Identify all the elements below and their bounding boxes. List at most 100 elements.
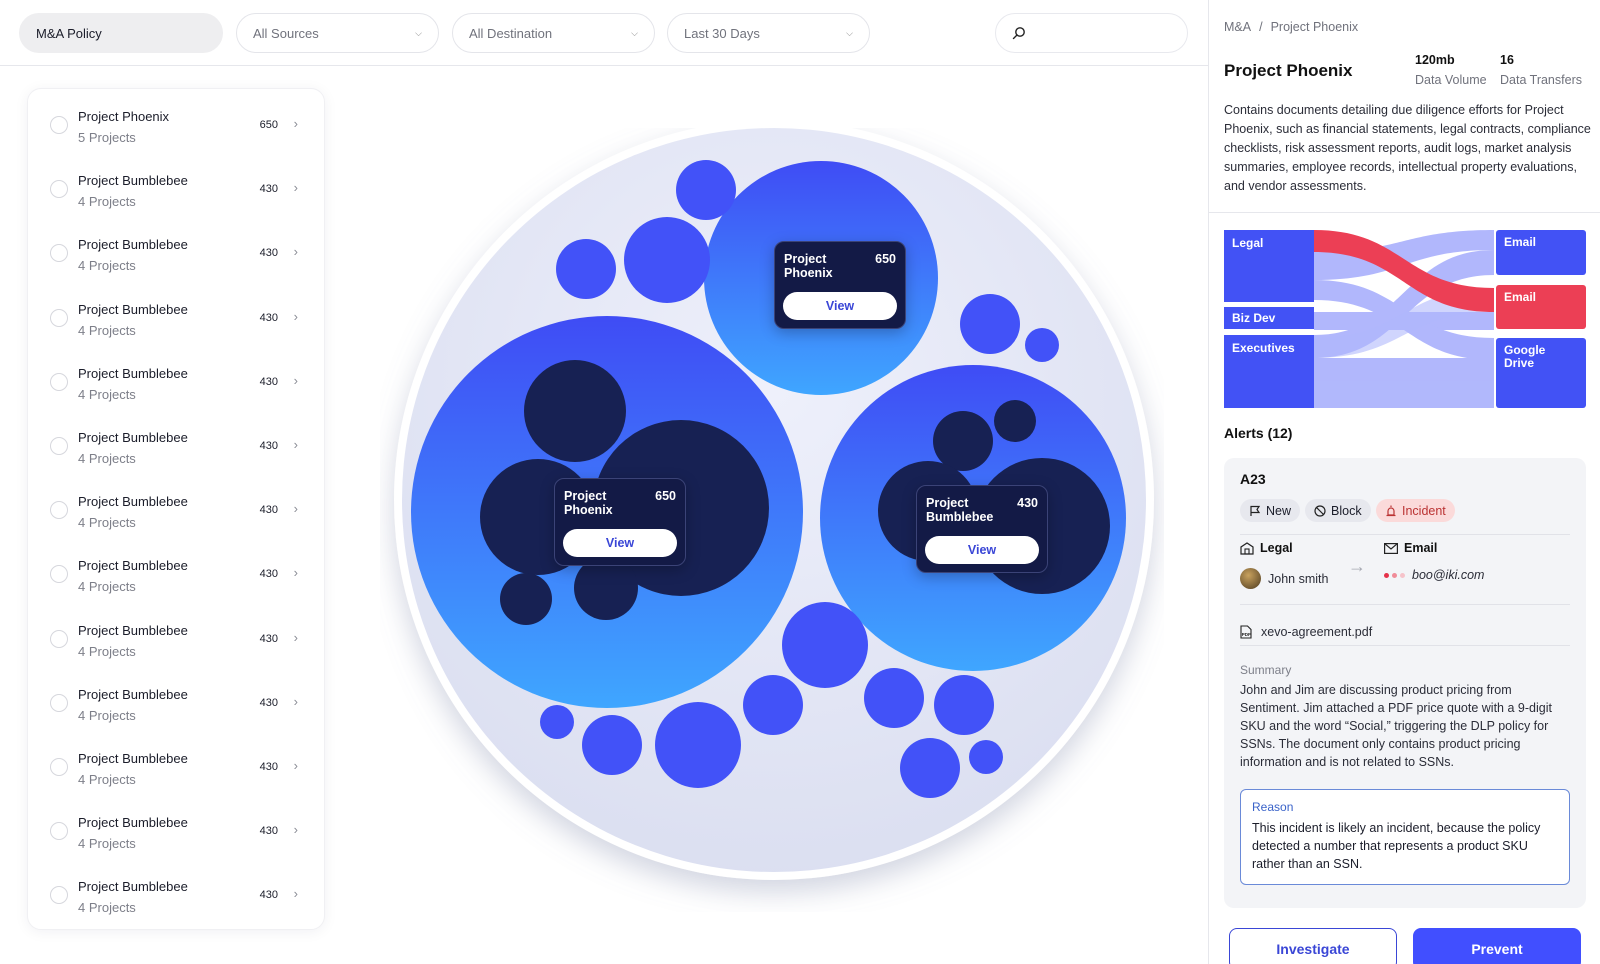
- radio-button[interactable]: [50, 501, 68, 520]
- sankey-label-line: Google: [1504, 343, 1546, 357]
- tag-incident[interactable]: Incident: [1376, 499, 1455, 522]
- small-bubble[interactable]: [934, 675, 994, 735]
- small-bubble[interactable]: [743, 675, 803, 735]
- small-bubble[interactable]: [582, 715, 642, 775]
- radio-button[interactable]: [50, 565, 68, 584]
- small-bubble[interactable]: [1025, 328, 1059, 362]
- inner-bubble[interactable]: [933, 411, 993, 471]
- alert-id: A23: [1240, 471, 1266, 487]
- list-item-count: 430: [259, 696, 278, 709]
- breadcrumb-item[interactable]: M&A: [1224, 20, 1251, 34]
- small-bubble[interactable]: [624, 217, 710, 303]
- list-item[interactable]: Project Bumblebee 4 Projects 430 ›: [28, 354, 326, 418]
- destination-dropdown[interactable]: All Destination ⌵: [452, 13, 655, 53]
- list-item[interactable]: Project Bumblebee 4 Projects 430 ›: [28, 290, 326, 354]
- sankey-flow: [1314, 358, 1494, 408]
- chevron-right-icon: ›: [293, 565, 298, 581]
- tag-label: Incident: [1402, 503, 1446, 518]
- search-box[interactable]: [995, 13, 1188, 53]
- chevron-right-icon: ›: [293, 822, 298, 838]
- inner-bubble[interactable]: [524, 360, 626, 462]
- list-item[interactable]: Project Bumblebee 4 Projects 430 ›: [28, 225, 326, 289]
- small-bubble[interactable]: [960, 294, 1020, 354]
- list-item[interactable]: Project Bumblebee 4 Projects 430 ›: [28, 161, 326, 225]
- attachment[interactable]: PDF xevo-agreement.pdf: [1240, 625, 1372, 639]
- stat-value: 120mb: [1415, 53, 1455, 67]
- date-range-dropdown[interactable]: Last 30 Days ⌵: [667, 13, 870, 53]
- radio-button[interactable]: [50, 308, 68, 327]
- radio-button[interactable]: [50, 629, 68, 648]
- tag-block[interactable]: Block: [1305, 499, 1371, 522]
- radio-button[interactable]: [50, 244, 68, 263]
- list-item[interactable]: Project Bumblebee 4 Projects 430 ›: [28, 418, 326, 482]
- list-item-name: Project Bumblebee: [78, 622, 188, 638]
- reason-label: Reason: [1252, 800, 1294, 814]
- list-item[interactable]: Project Bumblebee 4 Projects 430 ›: [28, 546, 326, 610]
- list-item[interactable]: Project Phoenix 5 Projects 650 ›: [28, 97, 326, 161]
- list-item-count: 430: [259, 568, 278, 581]
- view-button[interactable]: View: [563, 529, 677, 557]
- small-bubble[interactable]: [864, 668, 924, 728]
- reason-text: This incident is likely an incident, bec…: [1252, 821, 1541, 871]
- list-item-count: 430: [259, 504, 278, 517]
- small-bubble[interactable]: [969, 740, 1003, 774]
- svg-text:PDF: PDF: [1242, 632, 1251, 637]
- list-item-count: 430: [259, 889, 278, 902]
- view-button[interactable]: View: [783, 292, 897, 320]
- investigate-button[interactable]: Investigate: [1229, 928, 1397, 964]
- policy-selector[interactable]: M&A Policy: [19, 13, 223, 53]
- radio-button[interactable]: [50, 116, 68, 134]
- list-item-count: 430: [259, 825, 278, 838]
- tag-new[interactable]: New: [1240, 499, 1301, 522]
- sankey-label: Email: [1504, 290, 1536, 304]
- list-item-name: Project Bumblebee: [78, 751, 188, 766]
- list-item[interactable]: Project Bumblebee 4 Projects 430 ›: [28, 867, 326, 931]
- destination-name: Email: [1404, 541, 1438, 555]
- block-icon: [1314, 504, 1326, 517]
- list-item-sub: 5 Projects: [78, 130, 136, 145]
- list-item-sub: 4 Projects: [78, 386, 136, 402]
- project-description: Contains documents detailing due diligen…: [1224, 103, 1591, 193]
- project-list: Project Phoenix 5 Projects 650 › Project Bum…: [27, 88, 325, 930]
- list-item-name: Project Bumblebee: [78, 879, 188, 895]
- search-icon: [1012, 27, 1025, 40]
- view-button[interactable]: View: [925, 536, 1039, 564]
- inner-bubble[interactable]: [994, 400, 1036, 442]
- radio-button[interactable]: [50, 180, 68, 199]
- small-bubble[interactable]: [655, 702, 741, 788]
- alerts-title: Alerts (12): [1224, 425, 1293, 441]
- list-item-name: Project Bumblebee: [78, 494, 188, 510]
- small-bubble[interactable]: [540, 705, 574, 739]
- sankey-diagram: Legal Biz Dev Executives Email Email Goo…: [1224, 230, 1586, 408]
- sources-dropdown[interactable]: All Sources ⌵: [236, 13, 439, 53]
- alert-card[interactable]: A23 New Block Incident Legal John smith …: [1224, 458, 1586, 908]
- list-item[interactable]: Project Bumblebee 4 Projects 430 ›: [28, 482, 326, 546]
- small-bubble[interactable]: [900, 738, 960, 798]
- list-item-name: Project Phoenix: [78, 109, 170, 124]
- inner-bubble[interactable]: [500, 573, 552, 625]
- tooltip-name: Project Phoenix: [784, 252, 833, 280]
- divider: [1240, 534, 1570, 535]
- list-item[interactable]: Project Bumblebee 4 Projects 430 ›: [28, 675, 326, 739]
- list-item-sub: 4 Projects: [78, 258, 136, 274]
- list-item[interactable]: Project Bumblebee 4 Projects 430 ›: [28, 611, 326, 675]
- chevron-right-icon: ›: [293, 629, 298, 645]
- radio-button[interactable]: [50, 693, 68, 712]
- search-input[interactable]: [1034, 25, 1174, 41]
- summary-label: Summary: [1240, 663, 1292, 677]
- small-bubble[interactable]: [556, 239, 616, 299]
- breadcrumb-item[interactable]: Project Phoenix: [1271, 20, 1359, 34]
- radio-button[interactable]: [50, 758, 68, 776]
- prevent-button[interactable]: Prevent: [1413, 928, 1581, 964]
- radio-button[interactable]: [50, 437, 68, 455]
- small-bubble[interactable]: [782, 602, 868, 688]
- list-item[interactable]: Project Bumblebee 4 Projects 430 ›: [28, 803, 326, 867]
- bubble-tooltip-bumblebee: Project Bumblebee 430 View: [916, 485, 1048, 573]
- small-bubble[interactable]: [676, 160, 736, 220]
- radio-button[interactable]: [50, 886, 68, 905]
- file-name: xevo-agreement.pdf: [1261, 625, 1373, 639]
- radio-button[interactable]: [50, 822, 68, 841]
- radio-button[interactable]: [50, 372, 68, 391]
- list-item[interactable]: Project Bumblebee 4 Projects 430 ›: [28, 739, 326, 803]
- sankey-label: Email: [1504, 235, 1536, 249]
